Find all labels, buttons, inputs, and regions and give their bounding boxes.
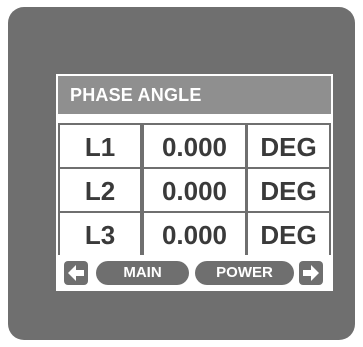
arrow-right-icon	[303, 265, 319, 281]
phase-angle-value: 0.000	[144, 125, 245, 167]
unit-label: DEG	[248, 213, 329, 255]
phase-angle-value: 0.000	[144, 169, 245, 211]
unit-label: DEG	[248, 125, 329, 167]
nav-bar: MAIN POWER	[58, 257, 331, 288]
next-page-button[interactable]	[299, 261, 323, 285]
table-row-l1: L1 0.000 DEG	[58, 125, 331, 167]
table-row-l3: L3 0.000 DEG	[58, 213, 331, 255]
table-row-l2: L2 0.000 DEG	[58, 169, 331, 211]
phase-angle-table: L1 0.000 DEG L2 0.000 DEG L3 0.000 DEG	[58, 123, 331, 255]
prev-page-button[interactable]	[64, 261, 88, 285]
unit-label: DEG	[248, 169, 329, 211]
power-button[interactable]: POWER	[195, 261, 294, 285]
meter-bezel: PHASE ANGLE L1 0.000 DEG L2 0.000 DEG L3…	[8, 7, 355, 340]
phase-label: L1	[60, 125, 140, 167]
phase-angle-value: 0.000	[144, 213, 245, 255]
page-title: PHASE ANGLE	[58, 76, 331, 114]
display-screen: PHASE ANGLE L1 0.000 DEG L2 0.000 DEG L3…	[56, 74, 333, 291]
arrow-left-icon	[68, 265, 84, 281]
main-button[interactable]: MAIN	[96, 261, 189, 285]
phase-label: L2	[60, 169, 140, 211]
phase-label: L3	[60, 213, 140, 255]
